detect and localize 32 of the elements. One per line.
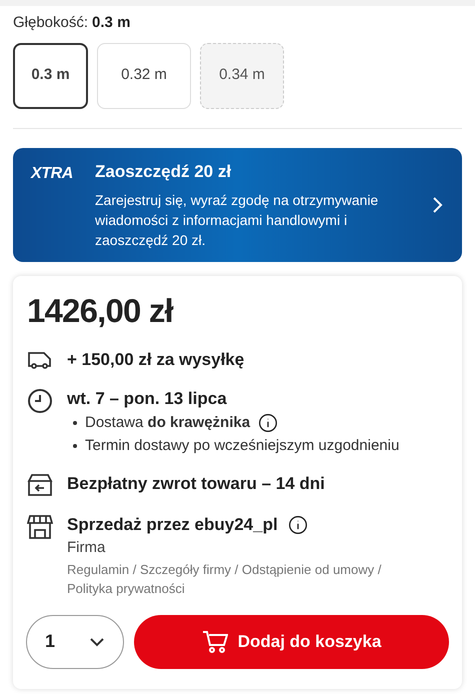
bullet-text: Dostawa do krawężnika <box>85 412 250 432</box>
info-icon[interactable] <box>258 412 278 432</box>
promo-banner[interactable]: XTRA Zaoszczędź 20 zł Zarejestruj się, wyraź zgodę na otrzymywanie wiadomości z informacjami handlowymi i zaoszczędź 20 zł. <box>13 148 462 262</box>
promo-title: Zaoszczędź 20 zł <box>95 161 232 184</box>
separator: / <box>376 562 382 576</box>
separator: / <box>132 562 138 576</box>
price: 1426,00 zł <box>27 294 174 326</box>
promo-text: Zarejestruj się, wyraź zgodę na otrzymywanie wiadomości z informacjami handlowymi i zaoszczędź 20 zł. <box>95 190 380 250</box>
quantity-select[interactable]: 1 <box>26 614 124 668</box>
bullet-text: Termin dostawy po wcześniejszym uzgodnieniu <box>85 436 400 456</box>
chevron-down-icon <box>89 636 105 646</box>
row-title: Sprzedaż przez ebuy24_pl <box>67 514 278 536</box>
row-title: wt. 7 – pon. 13 lipca <box>67 388 227 410</box>
option-label: Głębokość: <box>13 13 88 33</box>
option-chip[interactable]: 0.3 m <box>13 42 88 108</box>
seller-link[interactable]: Regulamin <box>67 562 130 576</box>
shop-icon <box>27 514 53 540</box>
add-to-cart-button[interactable]: Dodaj do koszyka <box>134 614 449 668</box>
clock-icon <box>27 388 53 414</box>
seller-link[interactable]: Odstąpienie od umowy <box>242 562 374 576</box>
info-icon[interactable] <box>288 514 308 534</box>
cart-icon <box>202 628 228 654</box>
seller-link[interactable]: Polityka prywatności <box>67 580 185 596</box>
separator: / <box>234 562 240 576</box>
seller-type: Firma <box>67 538 106 558</box>
box-return-icon <box>27 472 53 496</box>
selected-value: 0.3 m <box>92 13 130 33</box>
seller-link[interactable]: Szczegóły firmy <box>140 562 232 576</box>
option-chip[interactable]: 0.32 m <box>97 42 191 108</box>
logo: XTRA <box>31 164 74 184</box>
row-title: Bezpłatny zwrot towaru – 14 dni <box>67 472 325 494</box>
row-title: + 150,00 zł za wysyłkę <box>67 348 244 370</box>
